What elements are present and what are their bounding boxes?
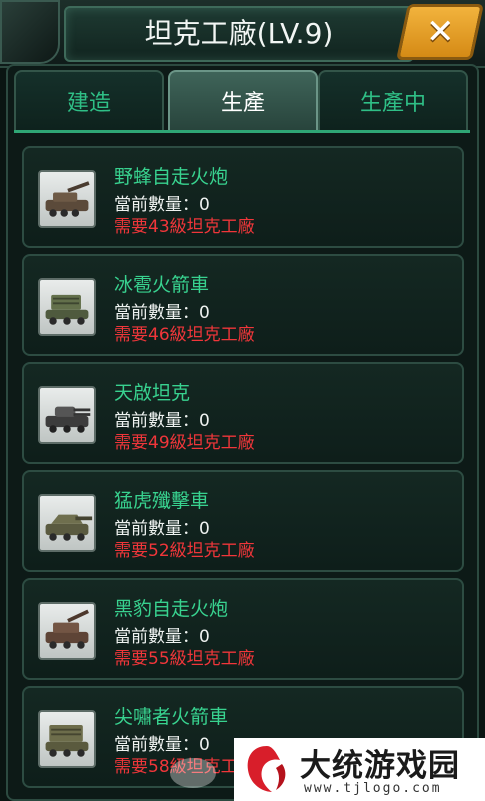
corner-decoration (0, 0, 60, 64)
unit-name: 猛虎殲擊車 (114, 490, 210, 512)
close-x-icon: ✕ (425, 12, 455, 52)
unit-name: 天啟坦克 (114, 382, 191, 404)
tab-underline (14, 130, 470, 133)
unit-requirement: 需要46級坦克工廠 (114, 325, 255, 345)
rocket-launcher-icon (38, 710, 96, 768)
tab-bar: 建造 生產 生產中 (14, 70, 470, 132)
self-propelled-gun-icon (38, 602, 96, 660)
unit-name: 黑豹自走火炮 (114, 598, 229, 620)
tab-produce[interactable]: 生產 (168, 70, 318, 132)
unit-name: 野蜂自走火炮 (114, 166, 229, 188)
site-watermark: 大统游戏园 www.tjlogo.com (234, 738, 485, 801)
close-button[interactable]: ✕ (396, 4, 484, 60)
rocket-launcher-icon (38, 278, 96, 336)
unit-card[interactable]: 野蜂自走火炮 當前數量：0 需要43級坦克工廠 (22, 146, 464, 248)
unit-requirement: 需要43級坦克工廠 (114, 217, 255, 237)
unit-requirement: 需要52級坦克工廠 (114, 541, 255, 561)
unit-card[interactable]: 猛虎殲擊車 當前數量：0 需要52級坦克工廠 (22, 470, 464, 572)
watermark-url: www.tjlogo.com (304, 781, 442, 796)
unit-requirement: 需要49級坦克工廠 (114, 433, 255, 453)
tab-build[interactable]: 建造 (14, 70, 164, 132)
unit-card[interactable]: 黑豹自走火炮 當前數量：0 需要55級坦克工廠 (22, 578, 464, 680)
unit-card[interactable]: 冰雹火箭車 當前數量：0 需要46級坦克工廠 (22, 254, 464, 356)
watermark-logo-icon (247, 746, 286, 792)
unit-list[interactable]: 野蜂自走火炮 當前數量：0 需要43級坦克工廠 冰雹火箭車 當前數量：0 需要4… (22, 140, 464, 801)
unit-name: 尖嘯者火箭車 (114, 706, 229, 728)
tab-in-production[interactable]: 生產中 (318, 70, 468, 132)
unit-name: 冰雹火箭車 (114, 274, 210, 296)
unit-card[interactable]: 天啟坦克 當前數量：0 需要49級坦克工廠 (22, 362, 464, 464)
heavy-tank-icon (38, 386, 96, 444)
tank-destroyer-icon (38, 494, 96, 552)
self-propelled-gun-icon (38, 170, 96, 228)
watermark-ghost (170, 758, 216, 788)
window-title: 坦克工廠(LV.9) (144, 17, 334, 50)
watermark-title: 大统游戏园 (300, 748, 460, 784)
unit-requirement: 需要55級坦克工廠 (114, 649, 255, 669)
